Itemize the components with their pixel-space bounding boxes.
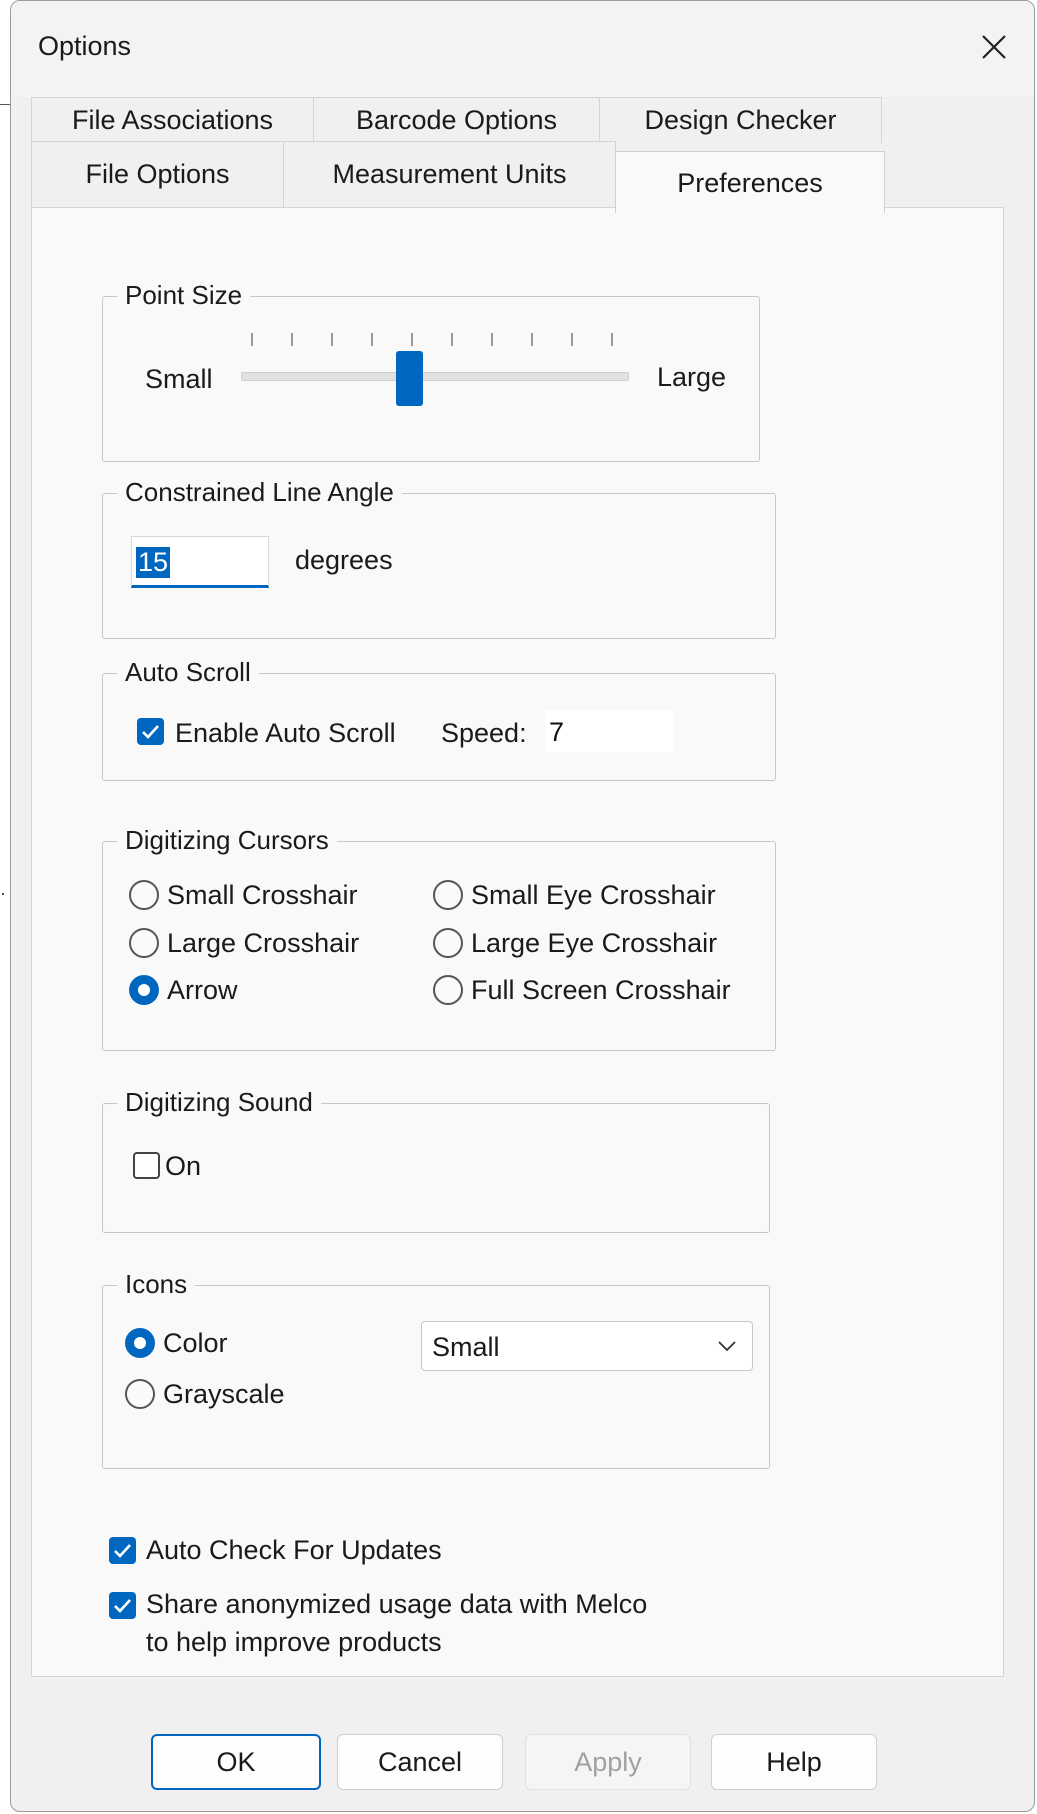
tab-preferences[interactable]: Preferences bbox=[615, 151, 885, 213]
help-label: Help bbox=[766, 1746, 822, 1777]
help-button[interactable]: Help bbox=[711, 1734, 877, 1790]
title-bar[interactable]: Options bbox=[11, 1, 1034, 97]
sound-on-label: On bbox=[165, 1151, 202, 1181]
cancel-label: Cancel bbox=[377, 1746, 463, 1777]
point-size-group: Point Size Small Large bbox=[102, 278, 760, 462]
slider-tick bbox=[611, 333, 613, 346]
small-eye-crosshair-label: Small Eye Crosshair bbox=[471, 880, 716, 910]
group-label: Icons bbox=[117, 1267, 196, 1301]
close-icon bbox=[982, 35, 1006, 59]
tab-barcode-options[interactable]: Barcode Options bbox=[313, 97, 600, 143]
tab-label: Measurement Units bbox=[332, 159, 567, 189]
slider-tick bbox=[411, 333, 413, 346]
share-usage-data-label-line1: Share anonymized usage data with Melco bbox=[146, 1589, 648, 1619]
speed-input[interactable]: 7 bbox=[545, 710, 673, 752]
ok-button[interactable]: OK bbox=[151, 1734, 321, 1790]
radio-small-eye-crosshair[interactable] bbox=[433, 880, 463, 910]
auto-check-updates-checkbox[interactable] bbox=[109, 1537, 136, 1564]
slider-max-label: Large bbox=[657, 362, 727, 392]
radio-small-crosshair[interactable] bbox=[129, 880, 159, 910]
checkmark-icon bbox=[114, 1599, 131, 1613]
full-screen-crosshair-label: Full Screen Crosshair bbox=[471, 975, 731, 1005]
speed-value: 7 bbox=[549, 717, 565, 747]
line-angle-value: 15 bbox=[136, 547, 171, 578]
slider-track[interactable] bbox=[241, 372, 629, 381]
group-label: Digitizing Sound bbox=[117, 1085, 321, 1119]
icon-size-dropdown[interactable]: Small bbox=[421, 1321, 753, 1371]
group-label: Point Size bbox=[117, 278, 251, 312]
group-label: Constrained Line Angle bbox=[117, 475, 402, 509]
slider-tick bbox=[531, 333, 533, 346]
speed-label: Speed: bbox=[441, 718, 527, 748]
close-button[interactable] bbox=[964, 17, 1024, 77]
icon-size-value: Small bbox=[432, 1332, 500, 1362]
tab-measurement-units[interactable]: Measurement Units bbox=[283, 141, 616, 207]
enable-auto-scroll-label: Enable Auto Scroll bbox=[175, 718, 396, 748]
tab-label: Barcode Options bbox=[355, 105, 558, 135]
degrees-label: degrees bbox=[295, 545, 393, 575]
share-usage-data-label-line2: to help improve products bbox=[146, 1627, 442, 1657]
tab-design-checker[interactable]: Design Checker bbox=[599, 97, 882, 143]
chevron-down-icon bbox=[718, 1341, 736, 1352]
auto-check-updates-label: Auto Check For Updates bbox=[146, 1535, 442, 1565]
slider-tick bbox=[251, 333, 253, 346]
icons-group: Icons Color Grayscale Small bbox=[102, 1267, 770, 1469]
options-dialog: Options File Associations Barcode Option… bbox=[10, 0, 1035, 1812]
group-label: Digitizing Cursors bbox=[117, 823, 337, 857]
tab-label: Design Checker bbox=[644, 105, 837, 135]
grayscale-label: Grayscale bbox=[163, 1379, 285, 1409]
cancel-button[interactable]: Cancel bbox=[337, 1734, 503, 1790]
sound-on-checkbox[interactable] bbox=[133, 1152, 160, 1179]
enable-auto-scroll-checkbox[interactable] bbox=[137, 718, 164, 745]
slider-tick bbox=[331, 333, 333, 346]
radio-large-eye-crosshair[interactable] bbox=[433, 928, 463, 958]
point-size-slider-thumb[interactable] bbox=[396, 351, 424, 406]
apply-button: Apply bbox=[525, 1734, 691, 1790]
auto-scroll-group: Auto Scroll Enable Auto Scroll Speed: 7 bbox=[102, 655, 776, 781]
small-crosshair-label: Small Crosshair bbox=[167, 880, 358, 910]
radio-large-crosshair[interactable] bbox=[129, 928, 159, 958]
digitizing-sound-group: Digitizing Sound On bbox=[102, 1085, 770, 1233]
line-angle-group: Constrained Line Angle 15 degrees bbox=[102, 475, 776, 639]
radio-arrow[interactable] bbox=[129, 975, 159, 1005]
tab-label: File Associations bbox=[71, 105, 274, 135]
line-angle-input[interactable]: 15 bbox=[131, 536, 269, 588]
large-crosshair-label: Large Crosshair bbox=[167, 928, 360, 958]
slider-tick bbox=[571, 333, 573, 346]
radio-color[interactable] bbox=[125, 1328, 155, 1358]
color-label: Color bbox=[163, 1328, 228, 1358]
checkmark-icon bbox=[114, 1544, 131, 1558]
checkmark-icon bbox=[142, 725, 159, 739]
window-title: Options bbox=[38, 31, 132, 61]
slider-tick bbox=[291, 333, 293, 346]
large-eye-crosshair-label: Large Eye Crosshair bbox=[471, 928, 718, 958]
tab-label: Preferences bbox=[677, 168, 823, 198]
slider-tick bbox=[371, 333, 373, 346]
radio-grayscale[interactable] bbox=[125, 1379, 155, 1409]
share-usage-data-checkbox[interactable] bbox=[109, 1592, 136, 1619]
radio-full-screen-crosshair[interactable] bbox=[433, 975, 463, 1005]
slider-min-label: Small bbox=[145, 364, 213, 394]
arrow-label: Arrow bbox=[167, 975, 238, 1005]
background-dot bbox=[2, 893, 4, 895]
slider-tick bbox=[491, 333, 493, 346]
tab-label: File Options bbox=[85, 159, 230, 189]
slider-tick bbox=[451, 333, 453, 346]
preferences-panel: Point Size Small Large Constrained Line … bbox=[31, 207, 1004, 1677]
tab-file-options[interactable]: File Options bbox=[31, 141, 284, 207]
apply-label: Apply bbox=[574, 1746, 642, 1777]
tab-file-associations[interactable]: File Associations bbox=[31, 97, 314, 143]
digitizing-cursors-group: Digitizing Cursors Small Crosshair Large… bbox=[102, 823, 776, 1051]
ok-label: OK bbox=[216, 1746, 256, 1777]
group-label: Auto Scroll bbox=[117, 655, 259, 689]
